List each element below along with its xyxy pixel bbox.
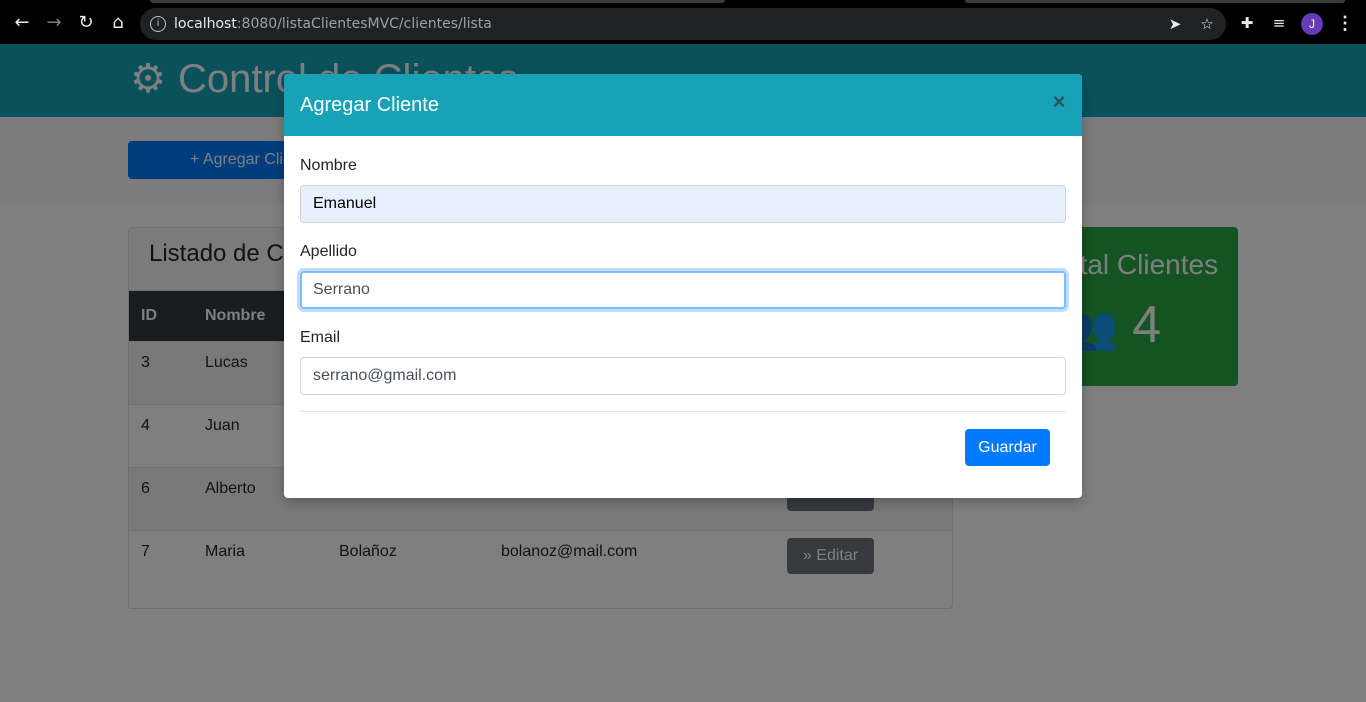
apellido-input[interactable] xyxy=(300,271,1066,309)
site-info-icon[interactable]: i xyxy=(150,16,166,32)
bookmark-star-icon[interactable]: ☆ xyxy=(1198,15,1216,33)
modal-title: Agregar Cliente xyxy=(300,94,439,116)
url-host: localhost xyxy=(174,16,237,32)
browser-tab[interactable] xyxy=(150,0,725,3)
add-client-modal: Agregar Cliente × Nombre Apellido Email … xyxy=(284,74,1082,498)
profile-avatar[interactable]: J xyxy=(1301,13,1323,35)
email-label: Email xyxy=(300,329,341,346)
browser-tab[interactable] xyxy=(965,0,1345,3)
save-button[interactable]: Guardar xyxy=(965,429,1050,466)
modal-divider xyxy=(300,411,1066,412)
send-page-icon[interactable]: ➤ xyxy=(1166,15,1184,33)
reading-list-icon[interactable]: ≡ xyxy=(1269,13,1289,33)
nombre-input[interactable] xyxy=(300,185,1066,223)
browser-menu-icon[interactable]: ⋮ xyxy=(1336,13,1354,33)
close-icon[interactable]: × xyxy=(1048,88,1070,116)
extensions-puzzle-icon[interactable]: ✚ xyxy=(1237,13,1257,33)
url-path: :8080/listaClientesMVC/clientes/lista xyxy=(236,16,492,32)
modal-header: Agregar Cliente × xyxy=(284,74,1082,136)
email-input[interactable] xyxy=(300,357,1066,395)
home-icon[interactable]: ⌂ xyxy=(107,12,129,34)
back-arrow-icon[interactable]: ← xyxy=(11,12,33,34)
nombre-label: Nombre xyxy=(300,157,357,174)
reload-icon[interactable]: ↻ xyxy=(75,12,97,34)
url-text[interactable]: localhost:8080/listaClientesMVC/clientes… xyxy=(174,16,492,32)
apellido-label: Apellido xyxy=(300,243,357,260)
address-bar[interactable]: i localhost:8080/listaClientesMVC/client… xyxy=(140,8,1226,40)
forward-arrow-icon[interactable]: → xyxy=(43,12,65,34)
browser-toolbar: ← → ↻ ⌂ i localhost:8080/listaClientesMV… xyxy=(0,0,1366,44)
